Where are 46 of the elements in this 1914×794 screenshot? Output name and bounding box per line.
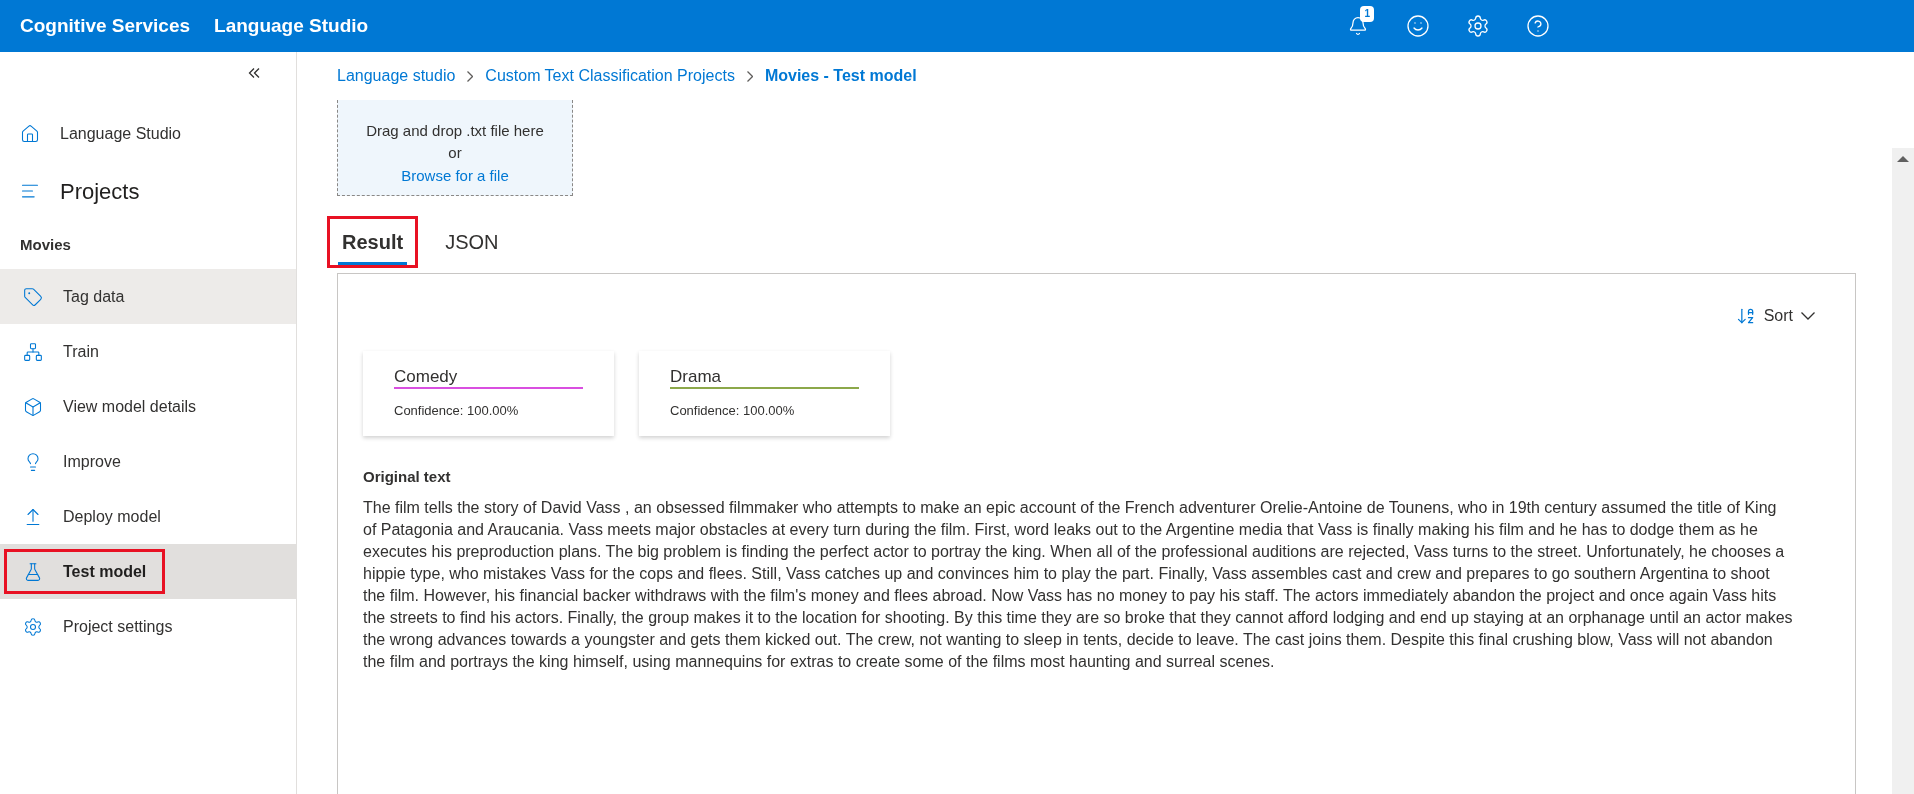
bell-icon <box>1348 16 1368 36</box>
or-text: or <box>448 143 462 163</box>
network-icon <box>23 341 43 362</box>
collapse-button[interactable] <box>248 68 260 78</box>
confidence-text: Confidence: 100.00% <box>394 402 520 420</box>
brand-title[interactable]: Cognitive Services <box>20 11 191 41</box>
settings-icon <box>23 616 43 637</box>
tab[interactable]: Result <box>338 221 408 265</box>
nav-item[interactable]: Tag data <box>0 269 296 324</box>
product-title[interactable]: Language Studio <box>214 11 369 41</box>
home-icon <box>20 123 40 144</box>
project-name: Movies <box>20 236 71 253</box>
nav-label: Train <box>63 341 99 362</box>
class-name: Drama <box>670 367 859 389</box>
nav-label: Improve <box>63 451 121 472</box>
nav-label: View model details <box>63 396 197 417</box>
original-text-paragraph: The film tells the story of David Vass , an obsessed filmmaker who attempts to make an epic account of the French adventurer Orelie-Antoine de Tounens, who in 19th century assumed the title of King of Patagonia and Araucania. Vass meets major obstacles at every turn during the film. First, word leaks out to the Argentine media that Vass is finally making his film and he has to dodge them as he executes his preproduction plans. The big problem is finding the perfect actor to portray the king. When all of the professional auditions are rejected, Vass turns to the street. Unfortunately, he chooses a hippie type, who mistakes Vass for the cops and flees. Still, Vass catches up and convinces him to play the part. Finally, Vass assembles cast and crew and prepares to go southern Argentina to shoot the film. However, his financial backer withdraws with the film's money and flees abroad. Now Vass has no money to pay his staff. The actors immediately abandon the project and once again Vass hits the streets to find his actors. Finally, the group makes it to the location for shooting. By this time they are so broke that they cannot afford lodging and end up staying at an orphanage until an actor makes the wrong advances towards a youngster and gets them kicked out. The crew, not wanting to sleep in tents, decide to leave. The cast joins them. Despite this final crushing blow, Vass will not abandon the film and portrays the king himself, using mannequins for extras to create some of the films most haunting and surreal scenes. <box>363 497 1793 672</box>
drop-text: Drag and drop .txt file here <box>366 120 544 141</box>
nav-label: Tag data <box>63 286 125 307</box>
browse-link[interactable]: Browse for a file <box>401 164 509 187</box>
nav-label: Deploy model <box>63 506 161 527</box>
nav-item[interactable]: Test model <box>0 544 296 599</box>
tab[interactable]: JSON <box>441 221 503 265</box>
chevron-icon <box>467 70 474 82</box>
breadcrumb-link[interactable]: Language studio <box>337 64 456 88</box>
drop-zone[interactable]: Drag and drop .txt file here or Browse for a file <box>337 100 573 196</box>
scrollbar[interactable] <box>1892 148 1914 794</box>
class-name: Comedy <box>394 367 583 389</box>
breadcrumb-link[interactable]: Movies - Test model <box>764 64 917 88</box>
tag-icon <box>23 286 43 307</box>
nav-label: Test model <box>63 561 147 582</box>
section-heading: Projects <box>60 177 140 206</box>
chevron-down-icon <box>1801 312 1815 320</box>
double-chevron-icon <box>248 68 260 78</box>
sort-icon <box>1735 306 1756 326</box>
flask-icon <box>23 561 43 582</box>
nav-label: Project settings <box>63 616 173 637</box>
breadcrumb-link[interactable]: Custom Text Classification Projects <box>485 64 735 88</box>
sort-button[interactable]: Sort <box>1735 304 1815 328</box>
notification-badge: 1 <box>1360 6 1374 22</box>
nav-item[interactable]: Language Studio <box>0 106 296 161</box>
confidence-text: Confidence: 100.00% <box>670 402 796 420</box>
section-title: Original text <box>363 467 452 487</box>
cube-icon <box>23 396 43 417</box>
scroll-up-arrow-icon[interactable] <box>1897 156 1909 162</box>
chevron-icon <box>746 70 753 82</box>
